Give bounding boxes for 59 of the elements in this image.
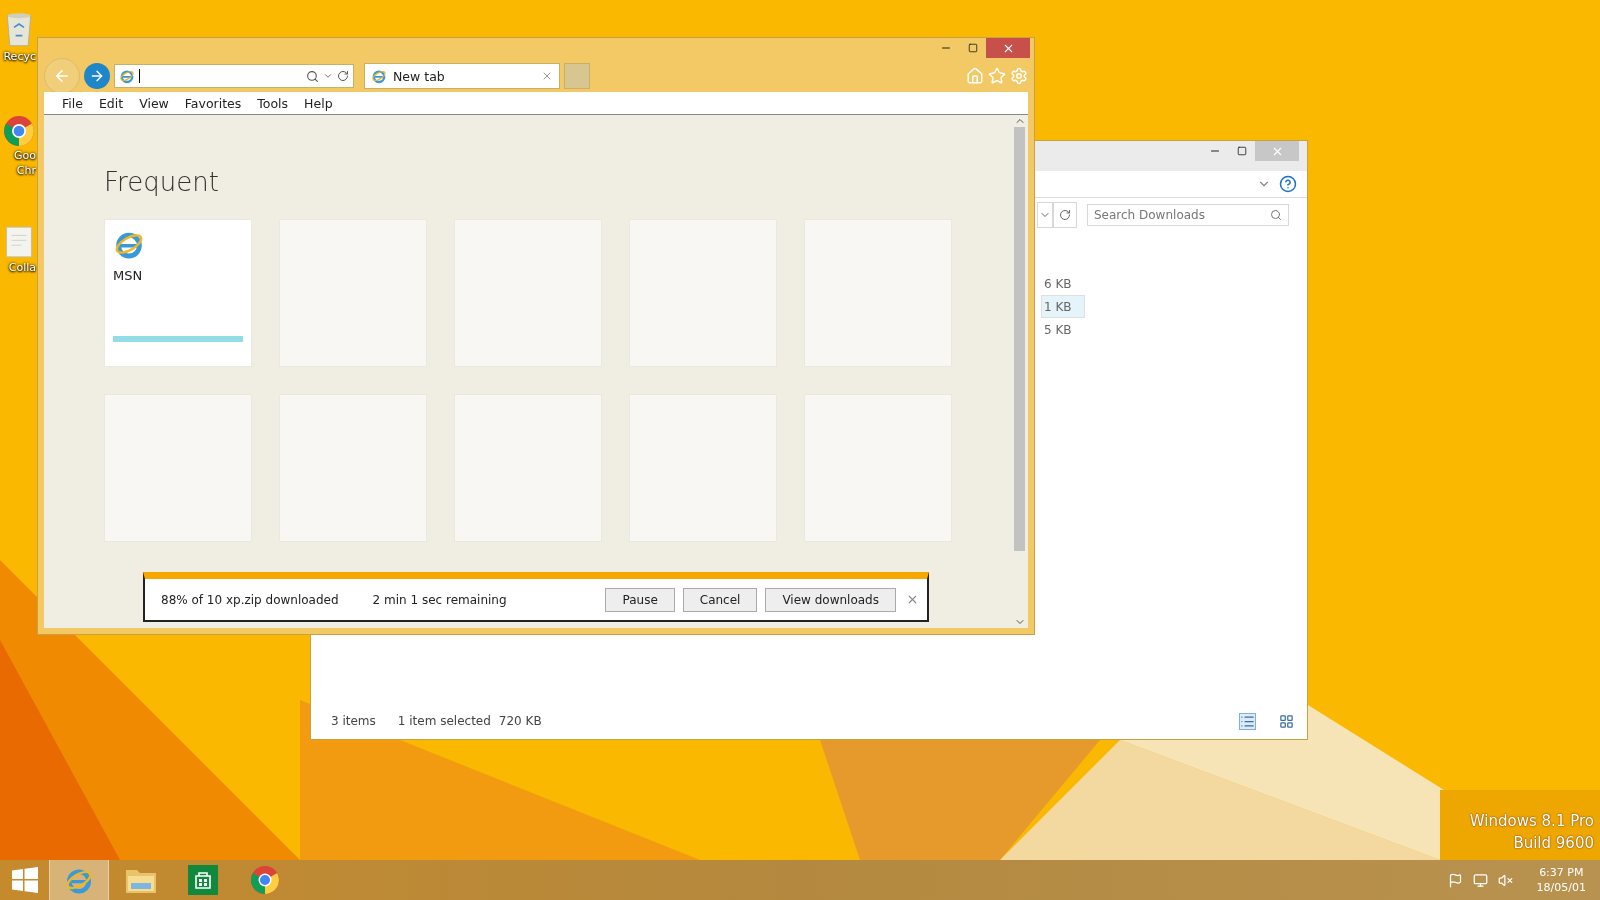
- taskbar-app[interactable]: [50, 860, 108, 900]
- download-button[interactable]: Cancel: [682, 587, 758, 612]
- browser-logo-icon: [119, 68, 135, 84]
- refresh-icon: [337, 70, 349, 82]
- close-icon: [906, 593, 919, 606]
- flag-icon[interactable]: [1447, 872, 1463, 888]
- menu-item[interactable]: Edit: [90, 95, 132, 111]
- download-button[interactable]: Pause: [605, 587, 675, 612]
- site-tile[interactable]: MSN: [104, 219, 252, 367]
- file-size-cell[interactable]: 1 KB: [1041, 295, 1085, 318]
- details-view-icon[interactable]: [1239, 712, 1256, 730]
- arrow-right-icon: [89, 68, 105, 84]
- file-size-cell[interactable]: 5 KB: [1041, 318, 1085, 341]
- file-size-cell[interactable]: 6 KB: [1041, 272, 1085, 295]
- windows-logo-icon: [12, 867, 38, 893]
- search-icon: [306, 69, 319, 83]
- browser-tab[interactable]: New tab: [364, 63, 560, 89]
- edition-text: Windows 8.1 Pro: [1469, 812, 1594, 830]
- menu-item[interactable]: View: [131, 95, 177, 111]
- refresh-icon: [1059, 209, 1071, 221]
- muted-speaker-icon[interactable]: [1497, 872, 1513, 888]
- download-status: 88% of 10 xp.zip downloaded: [161, 592, 339, 607]
- home-icon[interactable]: [966, 67, 984, 85]
- search-icon: [1270, 209, 1282, 221]
- close-tab-icon[interactable]: [541, 70, 553, 82]
- menu-item[interactable]: File: [54, 95, 91, 111]
- chrome-logo-icon: [250, 865, 280, 895]
- help-icon[interactable]: [1279, 175, 1297, 193]
- build-text: Build 9600: [1513, 834, 1594, 852]
- menu-item[interactable]: Help: [296, 95, 341, 111]
- maximize-icon: [967, 43, 978, 53]
- settings-icon[interactable]: [1010, 67, 1028, 85]
- search-field[interactable]: Search Downloads: [1087, 204, 1289, 226]
- menu-item[interactable]: Favorites: [176, 95, 250, 111]
- scrollbar-thumb[interactable]: [1014, 127, 1025, 551]
- maximize-icon: [1236, 146, 1247, 156]
- recycle-bin-icon: [4, 10, 34, 48]
- download-button[interactable]: View downloads: [765, 587, 896, 612]
- close-button[interactable]: [986, 38, 1030, 58]
- thumbnail-view-icon[interactable]: [1278, 712, 1295, 730]
- selection-size: 720 KB: [498, 714, 542, 728]
- address-field[interactable]: [114, 64, 354, 88]
- item-count: 3 items: [331, 714, 376, 728]
- network-icon[interactable]: [1472, 872, 1488, 888]
- browser-logo-icon: [371, 68, 387, 84]
- store-bag-icon: [188, 865, 218, 895]
- star-icon[interactable]: [988, 67, 1006, 85]
- menu-item[interactable]: Tools: [249, 95, 297, 111]
- section-heading: Frequent: [104, 167, 220, 197]
- selection-info: 1 item selected: [397, 714, 491, 728]
- refresh-button[interactable]: [1053, 202, 1077, 228]
- address-dropdown[interactable]: [1037, 202, 1053, 228]
- back-button[interactable]: [44, 58, 80, 94]
- forward-button[interactable]: [84, 63, 110, 89]
- time-remaining: 2 min 1 sec remaining: [372, 592, 507, 607]
- close-button[interactable]: [906, 593, 919, 606]
- chevron-down-icon: [323, 71, 333, 81]
- document-icon: [5, 225, 33, 259]
- chrome-logo-icon: [3, 115, 35, 147]
